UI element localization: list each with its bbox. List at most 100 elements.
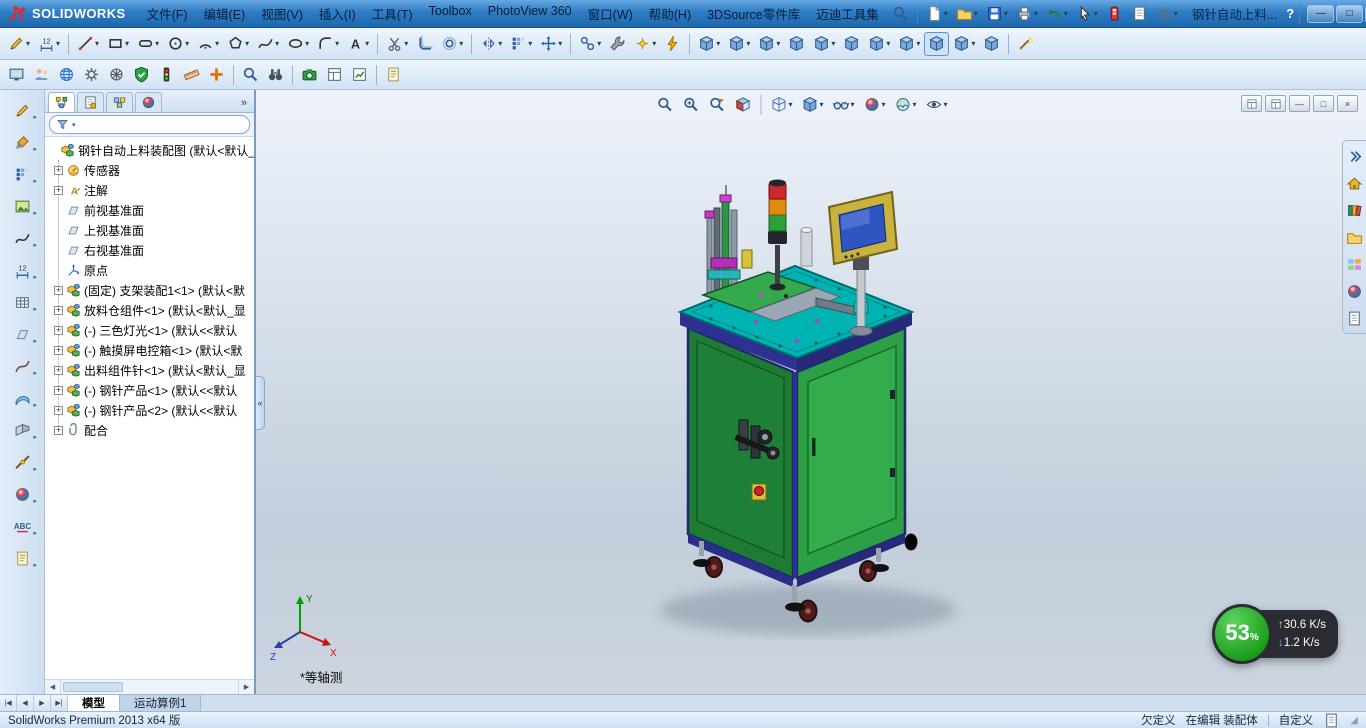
dropdown-arrow-icon[interactable]: ▾ — [913, 100, 917, 109]
dropdown-arrow-icon[interactable]: ▾ — [1004, 9, 1008, 18]
dropdown-arrow-icon[interactable]: ▾ — [831, 39, 835, 48]
linear-component-pattern-button[interactable]: ▾ — [754, 32, 784, 56]
sketch-text-button[interactable]: A ▾ — [343, 32, 373, 56]
dropdown-arrow-icon[interactable]: ▾ — [851, 100, 855, 109]
straight-slot-button[interactable]: ▾ — [133, 32, 163, 56]
dropdown-arrow-icon[interactable]: ▾ — [95, 39, 99, 48]
featuremanager-tab[interactable] — [48, 92, 75, 112]
flyout-arrow-icon[interactable]: ▸ — [33, 561, 37, 569]
dropdown-arrow-icon[interactable]: ▾ — [335, 39, 339, 48]
sketch-button[interactable]: ▾ — [4, 32, 34, 56]
design-journal-button[interactable]: ▸ — [6, 546, 38, 570]
file-explorer-tab[interactable] — [1345, 227, 1365, 247]
dropdown-arrow-icon[interactable]: ▾ — [245, 39, 249, 48]
measure-button[interactable] — [179, 63, 204, 87]
dropdown-arrow-icon[interactable]: ▾ — [125, 39, 129, 48]
dropdown-arrow-icon[interactable]: ▾ — [528, 39, 532, 48]
surface-tools-flyout-button[interactable]: ▸ — [6, 386, 38, 410]
corner-rectangle-button[interactable]: ▾ — [103, 32, 133, 56]
doc-tab-模型[interactable]: 模型 — [68, 695, 120, 711]
dropdown-arrow-icon[interactable]: ▾ — [886, 39, 890, 48]
selection-search-button[interactable] — [238, 63, 263, 87]
flyout-arrow-icon[interactable]: ▸ — [33, 529, 37, 537]
exploded-view-button[interactable] — [979, 32, 1004, 56]
edit-appearance-button[interactable]: ▾ — [860, 93, 890, 116]
tree-item[interactable]: 右视基准面 — [54, 240, 254, 260]
design-binder-button[interactable] — [381, 63, 406, 87]
instant3d-button[interactable] — [1013, 32, 1038, 56]
dropdown-arrow-icon[interactable]: ▾ — [746, 39, 750, 48]
flyout-arrow-icon[interactable]: ▸ — [33, 113, 37, 121]
dimension-tools-flyout-button[interactable]: 12 ▸ — [6, 258, 38, 282]
convert-entities-button[interactable] — [412, 32, 437, 56]
network-speed-widget[interactable]: 53 % ↑30.6 K/s ↓1.2 K/s — [1212, 604, 1338, 664]
mass-properties-button[interactable] — [204, 63, 229, 87]
open-document-button[interactable]: ▾ — [952, 2, 982, 26]
expander-icon[interactable]: + — [54, 365, 63, 375]
move-component-button[interactable]: ▾ — [809, 32, 839, 56]
motion-manager-button[interactable] — [104, 63, 129, 87]
dropdown-arrow-icon[interactable]: ▾ — [776, 39, 780, 48]
displaymanager-tab[interactable] — [135, 92, 162, 112]
expander-icon[interactable]: + — [54, 325, 63, 335]
flyout-arrow-icon[interactable]: ▸ — [33, 465, 37, 473]
tab-nav-button[interactable]: ▶| — [51, 695, 68, 711]
dropdown-arrow-icon[interactable]: ▾ — [882, 100, 886, 109]
simulation-advisor-button[interactable] — [154, 63, 179, 87]
flyout-arrow-icon[interactable]: ▸ — [33, 145, 37, 153]
resize-grip[interactable]: ◢ — [1350, 715, 1358, 726]
blocks-flyout-button[interactable]: ▸ — [6, 162, 38, 186]
flyout-arrow-icon[interactable]: ▸ — [33, 241, 37, 249]
save-button[interactable]: ▾ — [982, 2, 1012, 26]
performance-evaluation-button[interactable] — [347, 63, 372, 87]
dropdown-arrow-icon[interactable]: ▾ — [185, 39, 189, 48]
dropdown-arrow-icon[interactable]: ▾ — [404, 39, 408, 48]
panel-tabs-overflow[interactable]: » — [237, 97, 251, 112]
spline-button[interactable]: ▾ — [253, 32, 283, 56]
apply-scene-button[interactable]: ▾ — [891, 93, 921, 116]
dropdown-arrow-icon[interactable]: ▾ — [56, 39, 60, 48]
dropdown-arrow-icon[interactable]: ▾ — [305, 39, 309, 48]
curve-tools-flyout-button[interactable]: ▸ — [6, 354, 38, 378]
dropdown-arrow-icon[interactable]: ▾ — [459, 39, 463, 48]
screen-capture-button[interactable] — [297, 63, 322, 87]
dropdown-arrow-icon[interactable]: ▾ — [1034, 9, 1038, 18]
sketch-fillet-button[interactable]: ▾ — [313, 32, 343, 56]
mate-button[interactable]: ▾ — [724, 32, 754, 56]
menu-3DSource零件库[interactable]: 3DSource零件库 — [699, 0, 808, 27]
flyout-arrow-icon[interactable]: ▸ — [33, 209, 37, 217]
expander-icon[interactable]: + — [54, 305, 63, 315]
flyout-arrow-icon[interactable]: ▸ — [33, 433, 37, 441]
annotation-tools-flyout-button[interactable]: ▸ — [6, 130, 38, 154]
dropdown-arrow-icon[interactable]: ▾ — [974, 9, 978, 18]
view-settings-button[interactable]: ▾ — [922, 93, 952, 116]
design-library-tab[interactable] — [1345, 200, 1365, 220]
find-references-button[interactable] — [263, 63, 288, 87]
tree-item[interactable]: + 出料组件针<1> (默认<默认_显 — [54, 360, 254, 380]
display-delete-relations-button[interactable]: ▾ — [575, 32, 605, 56]
circle-button[interactable]: ▾ — [163, 32, 193, 56]
tree-item[interactable]: + 传感器 — [54, 160, 254, 180]
appearance-flyout-button[interactable]: ▸ — [6, 482, 38, 506]
expander-icon[interactable]: + — [54, 285, 63, 295]
spell-checker-button[interactable]: ABC ▸ — [6, 514, 38, 538]
filter-dropdown-icon[interactable]: ▾ — [72, 121, 76, 129]
flyout-arrow-icon[interactable]: ▸ — [33, 401, 37, 409]
configurationmanager-tab[interactable] — [106, 92, 133, 112]
minimize-button[interactable]: — — [1307, 4, 1335, 23]
full-screen-preview-button[interactable] — [4, 63, 29, 87]
dropdown-arrow-icon[interactable]: ▾ — [498, 39, 502, 48]
view-orientation-button[interactable]: ▾ — [766, 93, 796, 116]
tree-item[interactable]: 上视基准面 — [54, 220, 254, 240]
dropdown-arrow-icon[interactable]: ▾ — [971, 39, 975, 48]
taskpane-collapse-tab[interactable] — [1345, 146, 1365, 166]
spline-tools-flyout-button[interactable]: ▸ — [6, 226, 38, 250]
expander-icon[interactable]: + — [54, 405, 63, 415]
zoom-to-fit-button[interactable] — [652, 93, 677, 116]
section-view-button[interactable] — [730, 93, 755, 116]
expander-icon[interactable]: + — [54, 165, 63, 175]
dropdown-arrow-icon[interactable]: ▾ — [1174, 9, 1178, 18]
sketch-picture-button[interactable]: ▸ — [6, 194, 38, 218]
file-properties-button[interactable] — [1127, 2, 1152, 26]
display-style-button[interactable]: ▾ — [797, 93, 827, 116]
